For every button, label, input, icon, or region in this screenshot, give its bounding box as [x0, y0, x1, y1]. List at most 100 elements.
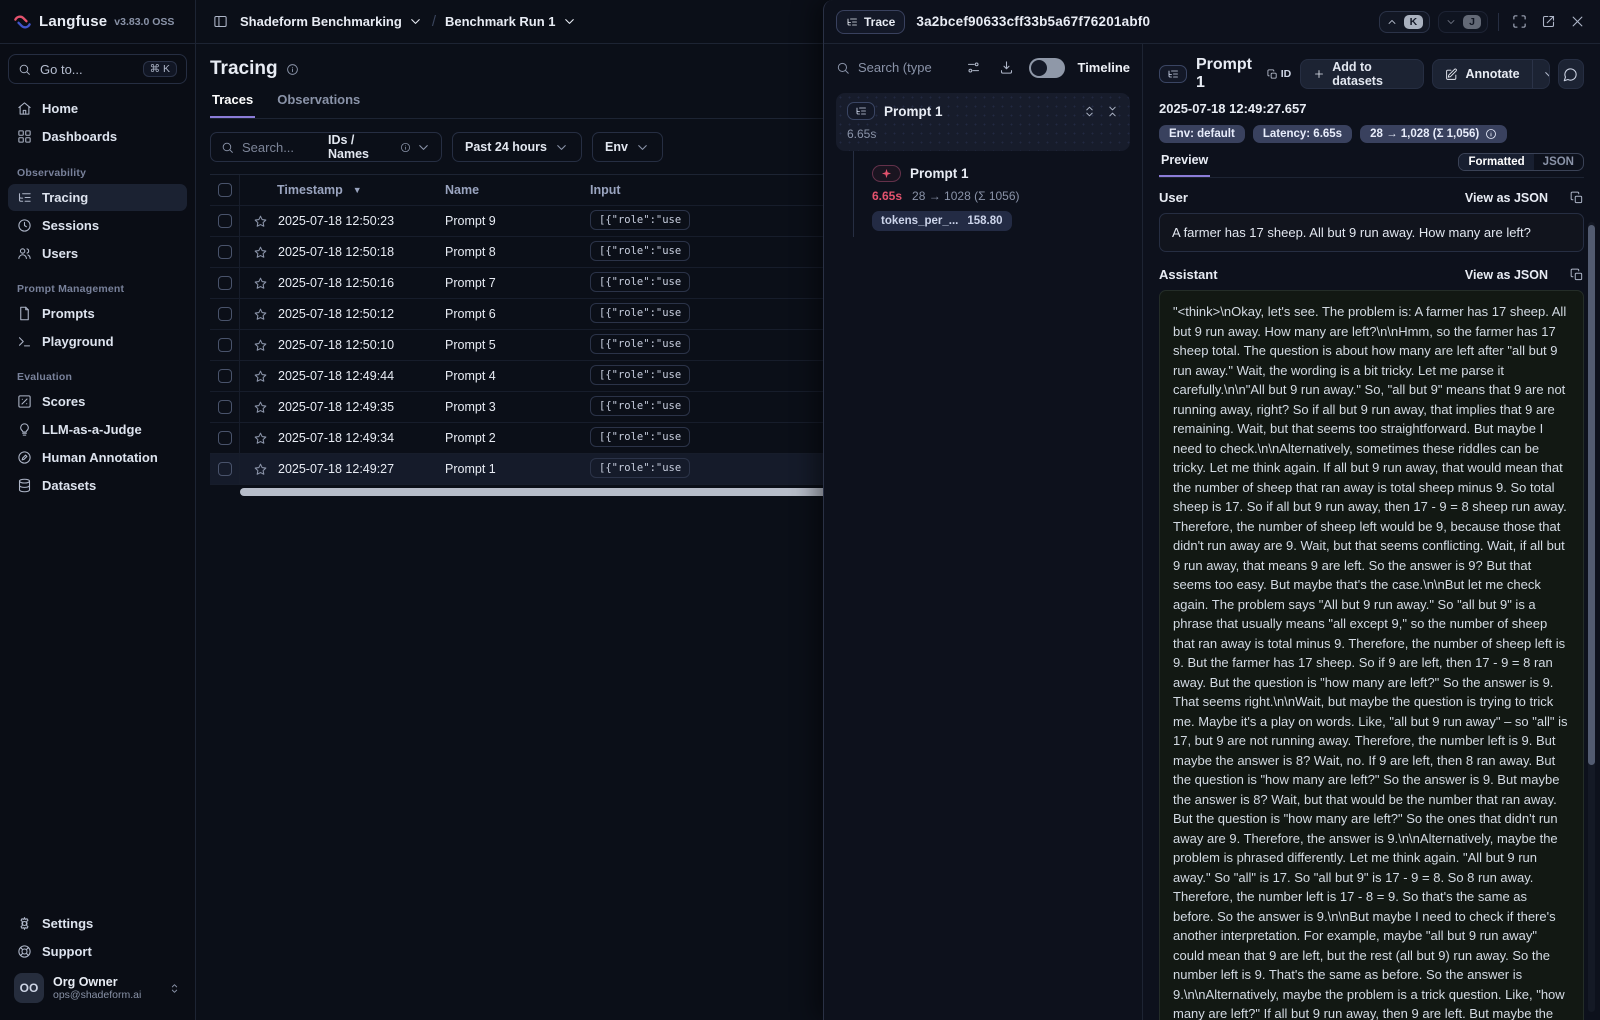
- tree-search-input[interactable]: [858, 60, 940, 75]
- comment-button[interactable]: [1558, 59, 1584, 89]
- unfold-icon[interactable]: [1083, 105, 1096, 118]
- add-to-datasets-button[interactable]: Add to datasets: [1300, 59, 1424, 89]
- sidebar-item-human-annotation[interactable]: Human Annotation: [8, 444, 187, 471]
- prev-trace-button[interactable]: K: [1379, 11, 1431, 33]
- copy-icon[interactable]: [1570, 268, 1584, 282]
- vertical-scrollbar[interactable]: [1588, 222, 1595, 1012]
- column-timestamp[interactable]: Timestamp▼: [240, 183, 445, 197]
- trace-root-node[interactable]: Prompt 1 6.65s: [836, 93, 1130, 151]
- filter-sliders-icon[interactable]: [963, 57, 984, 78]
- org-switcher[interactable]: OO Org Owner ops@shadeform.ai: [8, 966, 187, 1010]
- annotate-dropdown[interactable]: [1532, 60, 1550, 88]
- close-icon[interactable]: [1567, 11, 1588, 32]
- info-icon[interactable]: [286, 63, 299, 76]
- tree-search[interactable]: [836, 60, 951, 75]
- view-as-json-assistant[interactable]: View as JSON: [1465, 268, 1548, 282]
- row-checkbox[interactable]: [218, 400, 232, 414]
- row-name: Prompt 4: [445, 369, 590, 383]
- next-trace-button[interactable]: J: [1438, 11, 1488, 33]
- sidebar-item-label: Sessions: [42, 218, 99, 233]
- open-external-icon[interactable]: [1538, 11, 1559, 32]
- search-icon: [18, 63, 31, 76]
- trace-child-node[interactable]: Prompt 1 6.65s 28 → 1028 (Σ 1056) tokens…: [836, 165, 1130, 231]
- row-checkbox[interactable]: [218, 462, 232, 476]
- bookmark-star-icon[interactable]: [253, 338, 268, 353]
- bookmark-star-icon[interactable]: [253, 400, 268, 415]
- format-json[interactable]: JSON: [1534, 154, 1583, 170]
- generation-icon: [872, 165, 901, 182]
- sidebar-item-llm-as-a-judge[interactable]: LLM-as-a-Judge: [8, 416, 187, 443]
- clock-icon: [17, 218, 32, 233]
- bookmark-star-icon[interactable]: [253, 369, 268, 384]
- fold-icon[interactable]: [1106, 105, 1119, 118]
- select-all-checkbox[interactable]: [218, 183, 232, 197]
- expand-icon[interactable]: [1509, 11, 1530, 32]
- sidebar-item-dashboards[interactable]: Dashboards: [8, 123, 187, 150]
- bookmark-star-icon[interactable]: [253, 307, 268, 322]
- download-icon[interactable]: [996, 57, 1017, 78]
- env-filter-button[interactable]: Env: [592, 132, 663, 162]
- metric-badge: Latency: 6.65s: [1253, 125, 1352, 143]
- row-checkbox[interactable]: [218, 338, 232, 352]
- pencil-square-icon: [1445, 68, 1458, 81]
- column-name[interactable]: Name: [445, 183, 590, 197]
- copy-id-button[interactable]: ID: [1267, 68, 1292, 80]
- row-checkbox[interactable]: [218, 245, 232, 259]
- row-checkbox[interactable]: [218, 431, 232, 445]
- sidebar-item-prompts[interactable]: Prompts: [8, 300, 187, 327]
- sidebar-item-label: Human Annotation: [42, 450, 158, 465]
- sidebar-item-scores[interactable]: Scores: [8, 388, 187, 415]
- bookmark-star-icon[interactable]: [253, 431, 268, 446]
- info-icon[interactable]: [1485, 128, 1497, 140]
- format-formatted[interactable]: Formatted: [1459, 154, 1533, 170]
- sidebar-item-settings[interactable]: Settings: [8, 910, 187, 937]
- sidebar-item-datasets[interactable]: Datasets: [8, 472, 187, 499]
- search-scope[interactable]: IDs / Names: [328, 133, 431, 161]
- goto-search[interactable]: Go to... ⌘ K: [8, 54, 187, 84]
- sidebar-item-tracing[interactable]: Tracing: [8, 184, 187, 211]
- bookmark-star-icon[interactable]: [253, 245, 268, 260]
- annotate-split-button: Annotate: [1432, 59, 1549, 89]
- pen-icon: [17, 450, 32, 465]
- annotate-button[interactable]: Annotate: [1433, 60, 1531, 88]
- sidebar-item-support[interactable]: Support: [8, 938, 187, 965]
- row-checkbox[interactable]: [218, 307, 232, 321]
- row-name: Prompt 1: [445, 462, 590, 476]
- row-checkbox[interactable]: [218, 214, 232, 228]
- tab-preview[interactable]: Preview: [1159, 153, 1210, 177]
- format-toggle: Formatted JSON: [1458, 153, 1584, 171]
- row-checkbox[interactable]: [218, 276, 232, 290]
- time-filter-button[interactable]: Past 24 hours: [452, 132, 582, 162]
- row-checkbox[interactable]: [218, 369, 232, 383]
- avatar: OO: [14, 973, 44, 1003]
- root-latency: 6.65s: [847, 127, 1119, 141]
- bookmark-star-icon[interactable]: [253, 462, 268, 477]
- view-as-json-user[interactable]: View as JSON: [1465, 191, 1548, 205]
- bookmark-star-icon[interactable]: [253, 276, 268, 291]
- tab-traces[interactable]: Traces: [210, 92, 255, 118]
- chevron-down-icon: [1542, 67, 1550, 82]
- sidebar-item-home[interactable]: Home: [8, 95, 187, 122]
- brand-name: Langfuse: [39, 13, 107, 30]
- row-timestamp: 2025-07-18 12:49:35: [278, 400, 394, 414]
- sidebar-item-label: Datasets: [42, 478, 96, 493]
- sidebar-item-users[interactable]: Users: [8, 240, 187, 267]
- home-icon: [17, 101, 32, 116]
- row-input-preview: [{"role":"use: [590, 210, 690, 230]
- sidebar: Langfuse v3.83.0 OSS Go to... ⌘ K HomeDa…: [0, 0, 196, 1020]
- copy-icon[interactable]: [1570, 191, 1584, 205]
- breadcrumb-project[interactable]: Shadeform Benchmarking: [240, 14, 423, 29]
- tab-observations[interactable]: Observations: [275, 92, 362, 118]
- traces-search[interactable]: IDs / Names: [210, 132, 442, 162]
- timeline-toggle[interactable]: [1029, 58, 1065, 78]
- row-name: Prompt 6: [445, 307, 590, 321]
- lifebuoy-icon: [17, 944, 32, 959]
- traces-search-input[interactable]: [242, 140, 320, 155]
- sidebar-item-sessions[interactable]: Sessions: [8, 212, 187, 239]
- panel-toggle-icon[interactable]: [210, 11, 231, 32]
- sidebar-item-playground[interactable]: Playground: [8, 328, 187, 355]
- chevron-up-icon: [1386, 16, 1398, 28]
- sidebar-nav-footer: SettingsSupport: [8, 909, 187, 966]
- bookmark-star-icon[interactable]: [253, 214, 268, 229]
- breadcrumb-run[interactable]: Benchmark Run 1: [445, 14, 577, 29]
